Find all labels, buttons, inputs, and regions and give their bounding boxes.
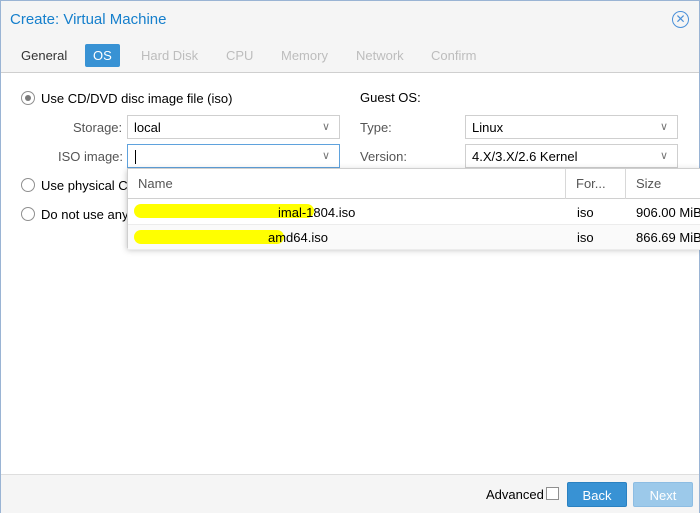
- tab-memory: Memory: [281, 48, 328, 63]
- iso-format: iso: [577, 205, 594, 220]
- chevron-down-icon[interactable]: ∨: [319, 148, 333, 164]
- iso-image-select[interactable]: ∨: [127, 144, 340, 168]
- tab-general[interactable]: General: [13, 44, 75, 67]
- iso-list-row[interactable]: imal-1804.iso iso 906.00 MiB: [128, 200, 700, 225]
- iso-size: 906.00 MiB: [636, 205, 700, 220]
- tab-hard-disk: Hard Disk: [141, 48, 199, 63]
- storage-value: local: [134, 120, 161, 135]
- os-version-select[interactable]: 4.X/3.X/2.6 Kernel ∨: [465, 144, 678, 168]
- advanced-label: Advanced: [486, 487, 544, 502]
- os-panel: Use CD/DVD disc image file (iso) Storage…: [1, 74, 699, 474]
- advanced-checkbox[interactable]: [546, 487, 559, 500]
- iso-media-label: Use CD/DVD disc image file (iso): [41, 90, 233, 106]
- wizard-tabs: General OS Hard Disk CPU Memory Network …: [1, 39, 699, 73]
- back-button[interactable]: Back: [567, 482, 627, 507]
- iso-size: 866.69 MiB: [636, 230, 700, 245]
- guest-os-heading: Guest OS:: [360, 90, 421, 105]
- os-version-value: 4.X/3.X/2.6 Kernel: [472, 149, 578, 164]
- iso-media-option[interactable]: Use CD/DVD disc image file (iso): [21, 89, 232, 107]
- text-caret: [135, 150, 136, 164]
- tab-cpu: CPU: [226, 48, 254, 63]
- os-type-select[interactable]: Linux ∨: [465, 115, 678, 139]
- tab-os[interactable]: OS: [85, 44, 120, 67]
- os-version-label: Version:: [360, 149, 407, 164]
- physical-media-option[interactable]: Use physical C: [21, 176, 128, 194]
- chevron-down-icon[interactable]: ∨: [319, 119, 333, 135]
- iso-format: iso: [577, 230, 594, 245]
- redaction-mark: [134, 230, 284, 244]
- storage-select[interactable]: local ∨: [127, 115, 340, 139]
- physical-media-label: Use physical C: [41, 177, 128, 193]
- column-header-name[interactable]: Name: [128, 169, 566, 199]
- next-button[interactable]: Next: [633, 482, 693, 507]
- no-media-label: Do not use any: [41, 206, 129, 222]
- iso-list-row[interactable]: amd64.iso iso 866.69 MiB: [128, 225, 700, 250]
- chevron-down-icon[interactable]: ∨: [657, 119, 671, 135]
- iso-image-label: ISO image:: [58, 149, 124, 164]
- no-media-option[interactable]: Do not use any: [21, 205, 128, 223]
- radio-none[interactable]: [21, 207, 35, 221]
- dialog-footer: Advanced Back Next: [1, 474, 699, 513]
- create-vm-dialog: Create: Virtual Machine ✕ General OS Har…: [0, 0, 700, 513]
- tab-network: Network: [356, 48, 404, 63]
- iso-dropdown-list: Name For... Size imal-1804.iso iso 906.0…: [127, 168, 700, 250]
- dialog-titlebar: Create: Virtual Machine ✕: [1, 1, 699, 39]
- iso-name: imal-1804.iso: [278, 205, 356, 220]
- radio-physical[interactable]: [21, 178, 35, 192]
- column-header-format[interactable]: For...: [566, 169, 626, 199]
- close-icon[interactable]: ✕: [672, 11, 689, 28]
- os-type-value: Linux: [472, 120, 504, 135]
- dialog-title: Create: Virtual Machine: [10, 11, 167, 28]
- os-type-label: Type:: [360, 120, 392, 135]
- iso-name: amd64.iso: [268, 230, 328, 245]
- column-header-size[interactable]: Size: [626, 169, 700, 199]
- chevron-down-icon[interactable]: ∨: [657, 148, 671, 164]
- storage-label: Storage:: [73, 120, 123, 135]
- iso-list-header: Name For... Size: [128, 169, 700, 199]
- tab-confirm: Confirm: [431, 48, 477, 63]
- radio-iso[interactable]: [21, 91, 35, 105]
